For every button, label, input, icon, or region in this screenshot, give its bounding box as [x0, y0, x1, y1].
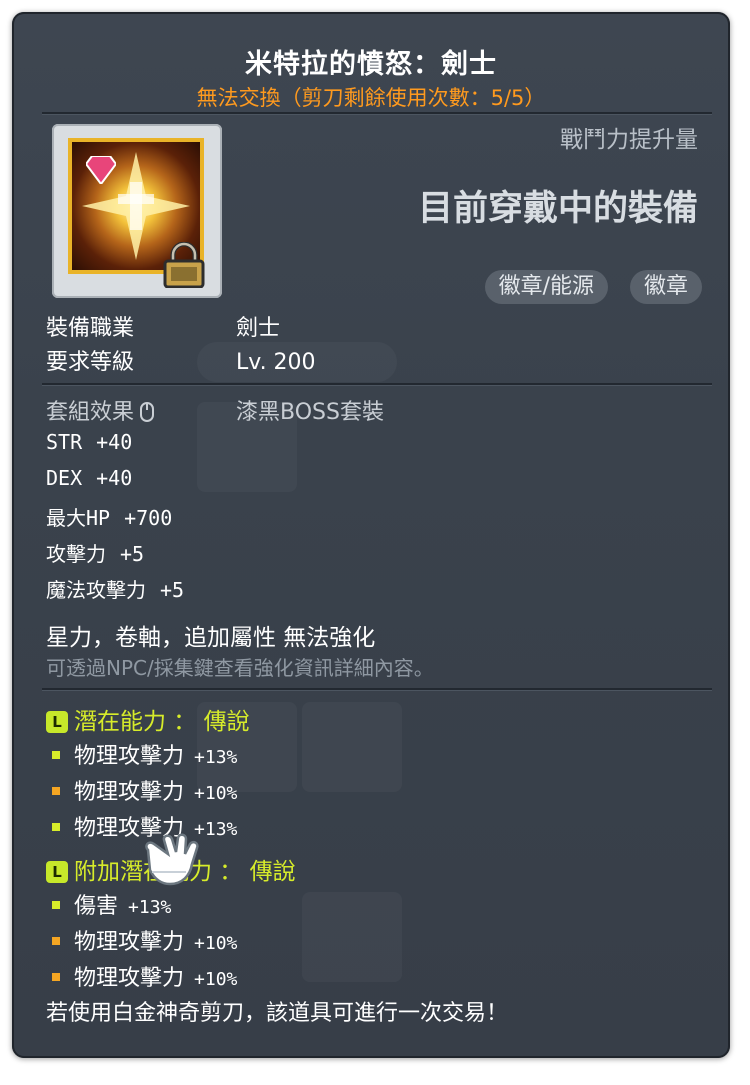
level-value: Lv. 200	[236, 350, 316, 375]
bullet-icon	[52, 937, 60, 945]
job-label: 裝備職業	[46, 316, 135, 341]
bullet-icon	[52, 787, 60, 795]
bullet-icon	[52, 901, 60, 909]
stat-value: +40	[96, 430, 133, 454]
stat-name: 攻擊力	[46, 542, 106, 566]
stat-value: +5	[120, 542, 145, 566]
potential-value: +13%	[194, 747, 238, 768]
enhance-hint: 可透過NPC/採集鍵查看強化資訊詳細內容。	[46, 656, 434, 680]
potential-line: 物理攻擊力 +10%	[52, 774, 237, 806]
potential-line: 物理攻擊力 +13%	[52, 738, 237, 770]
stat-row: STR +40	[46, 430, 132, 454]
stat-row: 最大HP +700	[46, 502, 172, 531]
background-ghost	[302, 892, 402, 982]
trade-status: 無法交換（剪刀剩餘使用次數：5/5）	[196, 86, 546, 110]
equipped-label: 目前穿戴中的裝備	[417, 189, 698, 229]
mouse-icon	[140, 402, 155, 422]
scissors-trade-notice: 若使用白金神奇剪刀，該道具可進行一次交易！	[46, 1001, 509, 1026]
item-tooltip: 米特拉的憤怒：劍士 無法交換（剪刀剩餘使用次數：5/5） 戰鬥力提升量 目前穿戴…	[12, 12, 730, 1058]
stat-row: 魔法攻擊力 +5	[46, 574, 184, 603]
potential-name: 物理攻擊力	[74, 930, 185, 955]
potential-name: 物理攻擊力	[74, 966, 185, 991]
additional-potential-line: 傷害 +13%	[52, 888, 171, 920]
legendary-grade-icon: L	[46, 861, 68, 883]
level-row: 要求等級 Lv. 200	[46, 344, 316, 376]
tag-badge-emblem: 徽章	[629, 270, 702, 304]
set-effect-row: 套組效果 漆黑BOSS套裝	[46, 394, 384, 426]
padlock-icon	[163, 242, 205, 288]
stat-row: 攻擊力 +5	[46, 538, 144, 567]
stat-name: DEX	[46, 466, 83, 490]
stat-name: 魔法攻擊力	[46, 578, 146, 602]
level-label: 要求等級	[46, 350, 135, 375]
set-effect-value: 漆黑BOSS套裝	[236, 400, 384, 425]
legendary-grade-icon: L	[46, 711, 68, 733]
additional-potential-line: 物理攻擊力 +10%	[52, 960, 237, 992]
potential-name: 傷害	[74, 894, 119, 919]
potential-value: +10%	[194, 783, 238, 804]
stat-value: +40	[96, 466, 133, 490]
potential-header: L 潛在能力 ： 傳說	[46, 702, 250, 736]
glove-cursor-icon	[145, 833, 199, 886]
bullet-icon	[52, 823, 60, 831]
combat-power-label: 戰鬥力提升量	[560, 127, 698, 153]
divider	[42, 383, 712, 386]
stat-name: STR	[46, 430, 83, 454]
potential-value: +13%	[128, 897, 172, 918]
potential-header-text: 潛在能力 ： 傳說	[74, 709, 250, 735]
stat-row: DEX +40	[46, 466, 132, 490]
job-row: 裝備職業 劍士	[46, 310, 280, 342]
job-value: 劍士	[236, 316, 281, 341]
set-effect-label: 套組效果	[46, 400, 135, 425]
divider	[42, 688, 712, 691]
potential-value: +10%	[194, 969, 238, 990]
potential-name: 物理攻擊力	[74, 744, 185, 769]
stat-value: +5	[160, 578, 185, 602]
tag-badge-emblem-power: 徽章/能源	[484, 270, 608, 304]
potential-value: +10%	[194, 933, 238, 954]
item-icon-frame	[52, 124, 222, 298]
divider	[42, 112, 712, 115]
stat-value: +700	[124, 506, 173, 530]
gem-icon	[86, 156, 116, 184]
additional-potential-line: 物理攻擊力 +10%	[52, 924, 237, 956]
background-ghost	[302, 702, 402, 792]
item-title: 米特拉的憤怒：劍士	[245, 49, 497, 80]
stat-name: 最大HP	[46, 506, 111, 530]
bullet-icon	[52, 973, 60, 981]
enhance-notice: 星力，卷軸，追加屬性 無法強化	[46, 625, 376, 651]
bullet-icon	[52, 751, 60, 759]
potential-name: 物理攻擊力	[74, 780, 185, 805]
